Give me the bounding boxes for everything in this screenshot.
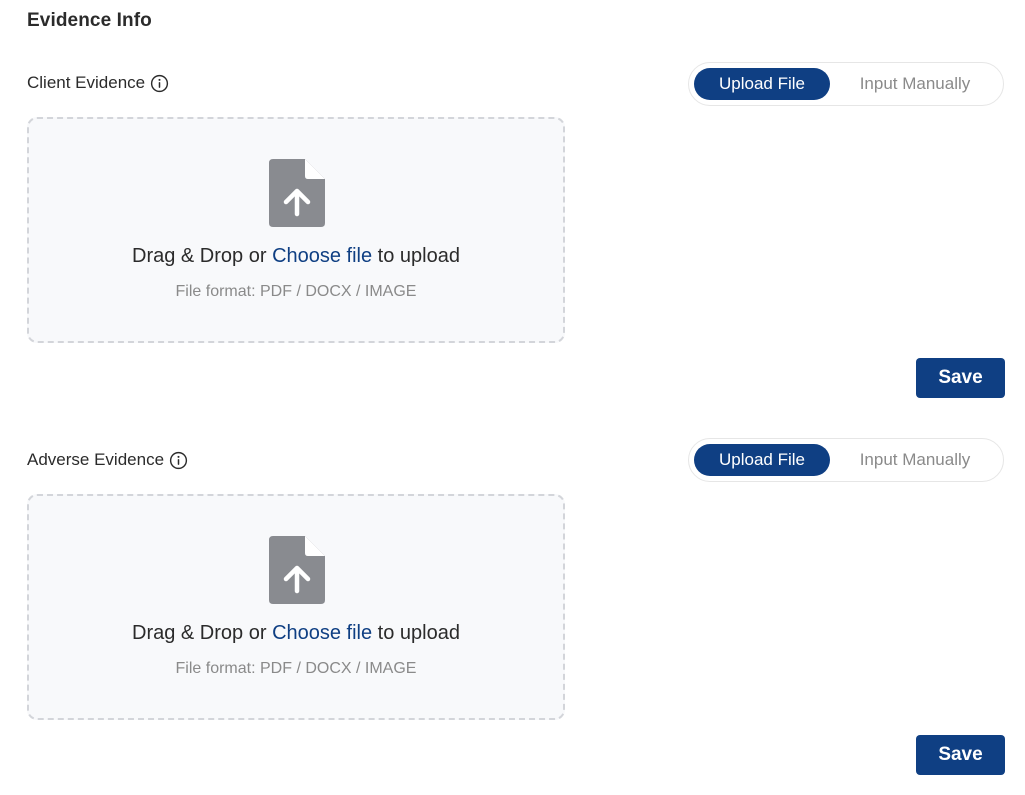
page-title: Evidence Info	[27, 10, 152, 31]
client-evidence-dropzone[interactable]: Drag & Drop or Choose file to upload Fil…	[27, 117, 565, 343]
dropzone-text: Drag & Drop or	[132, 245, 273, 267]
client-evidence-mode-toggle: Upload File Input Manually	[688, 62, 1004, 106]
dropzone-instruction: Drag & Drop or Choose file to upload	[29, 622, 563, 645]
file-upload-icon	[269, 536, 325, 604]
upload-file-tab[interactable]: Upload File	[694, 68, 830, 100]
dropzone-text-suffix: to upload	[372, 245, 460, 267]
upload-file-tab[interactable]: Upload File	[694, 444, 830, 476]
client-evidence-label: Client Evidence	[27, 73, 146, 92]
adverse-evidence-mode-toggle: Upload File Input Manually	[688, 438, 1004, 482]
file-upload-icon	[269, 159, 325, 227]
save-button[interactable]: Save	[916, 735, 1005, 775]
choose-file-link[interactable]: Choose file	[272, 622, 372, 644]
dropzone-text: Drag & Drop or	[132, 622, 273, 644]
file-format-hint: File format: PDF / DOCX / IMAGE	[175, 283, 417, 300]
input-manually-tab[interactable]: Input Manually	[835, 68, 995, 100]
file-format-hint: File format: PDF / DOCX / IMAGE	[175, 660, 417, 677]
dropzone-text-suffix: to upload	[372, 622, 460, 644]
input-manually-tab[interactable]: Input Manually	[835, 444, 995, 476]
save-button[interactable]: Save	[916, 358, 1005, 398]
adverse-evidence-dropzone[interactable]: Drag & Drop or Choose file to upload Fil…	[27, 494, 565, 720]
info-icon[interactable]	[169, 451, 188, 470]
dropzone-instruction: Drag & Drop or Choose file to upload	[29, 245, 563, 268]
info-icon[interactable]	[150, 74, 169, 93]
adverse-evidence-label: Adverse Evidence	[27, 450, 165, 469]
client-evidence-header: Client Evidence	[27, 73, 169, 93]
choose-file-link[interactable]: Choose file	[272, 245, 372, 267]
adverse-evidence-header: Adverse Evidence	[27, 450, 188, 470]
